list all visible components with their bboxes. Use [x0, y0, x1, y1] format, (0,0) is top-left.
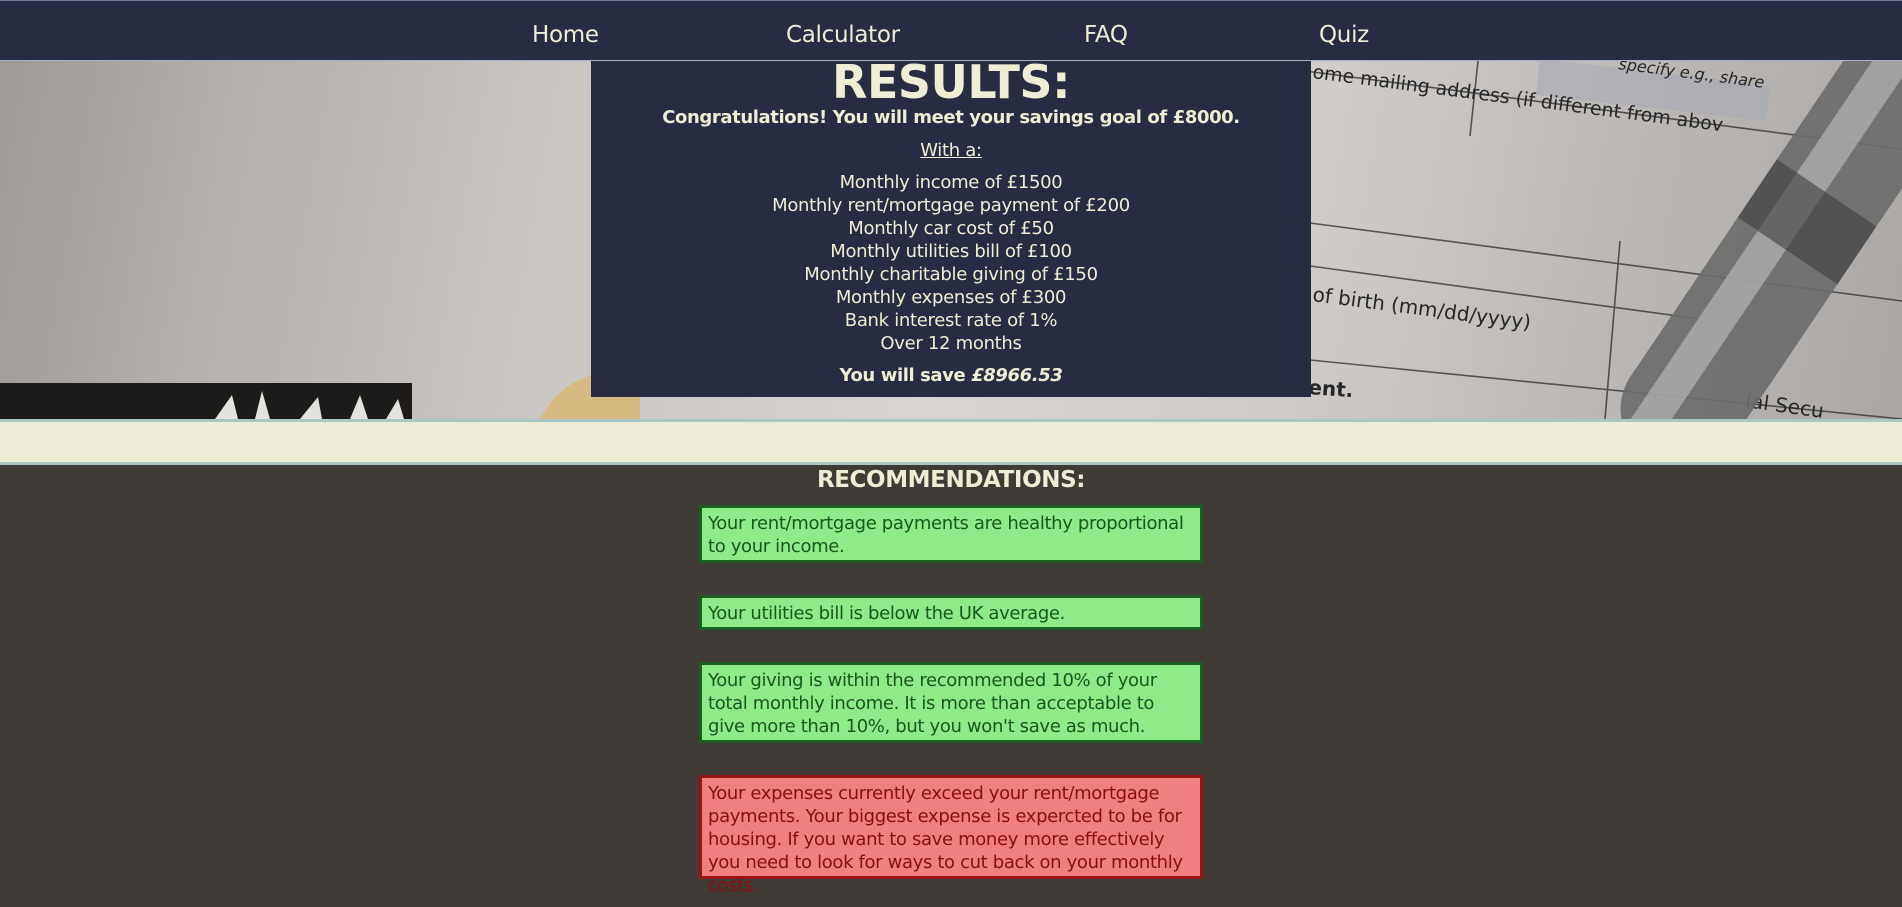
recommendation-text: Your expenses currently exceed your rent…	[708, 783, 1183, 896]
nav-link-home[interactable]: Home	[532, 19, 599, 51]
results-title: RESULTS:	[832, 55, 1070, 109]
recommendation-expenses-warning: Your expenses currently exceed your rent…	[699, 775, 1203, 896]
form-text-ent: ent.	[1308, 375, 1355, 402]
results-details-list: Monthly income of £1500 Monthly rent/mor…	[591, 171, 1311, 355]
savings-goal-message: Congratulations! You will meet your savi…	[662, 107, 1240, 128]
result-monthly-rent: Monthly rent/mortgage payment of £200	[772, 195, 1130, 216]
printed-card-image	[0, 383, 412, 419]
nav-link-calculator[interactable]: Calculator	[786, 19, 900, 51]
total-savings-amount: £8966.53	[971, 365, 1063, 386]
recommendation-text: Your giving is within the recommended 10…	[708, 670, 1157, 737]
result-interest-rate: Bank interest rate of 1%	[844, 310, 1058, 331]
recommendation-utilities-below-average: Your utilities bill is below the UK aver…	[699, 595, 1203, 630]
top-navigation: Home Calculator FAQ Quiz	[0, 0, 1902, 61]
recommendation-text: Your utilities bill is below the UK aver…	[708, 603, 1066, 624]
recommendation-text: Your rent/mortgage payments are healthy …	[708, 513, 1184, 557]
result-duration: Over 12 months	[880, 333, 1022, 354]
result-monthly-giving: Monthly charitable giving of £150	[804, 264, 1098, 285]
results-panel: RESULTS: Congratulations! You will meet …	[591, 55, 1311, 397]
form-text-dob: of birth (mm/dd/yyyy)	[1311, 282, 1532, 334]
result-monthly-car-cost: Monthly car cost of £50	[848, 218, 1054, 239]
result-monthly-expenses: Monthly expenses of £300	[835, 287, 1067, 308]
nav-link-faq[interactable]: FAQ	[1084, 19, 1128, 51]
section-divider-band	[0, 419, 1902, 465]
with-label: With a:	[920, 140, 982, 161]
result-monthly-utilities: Monthly utilities bill of £100	[830, 241, 1072, 262]
recommendation-giving-within-limit: Your giving is within the recommended 10…	[699, 662, 1203, 743]
total-savings: You will save £8966.53	[591, 364, 1311, 388]
recommendation-rent-healthy: Your rent/mortgage payments are healthy …	[699, 505, 1203, 563]
nav-link-quiz[interactable]: Quiz	[1319, 19, 1369, 51]
result-monthly-income: Monthly income of £1500	[839, 172, 1063, 193]
recommendations-title: RECOMMENDATIONS:	[816, 467, 1086, 493]
total-savings-label: You will save	[839, 365, 972, 386]
